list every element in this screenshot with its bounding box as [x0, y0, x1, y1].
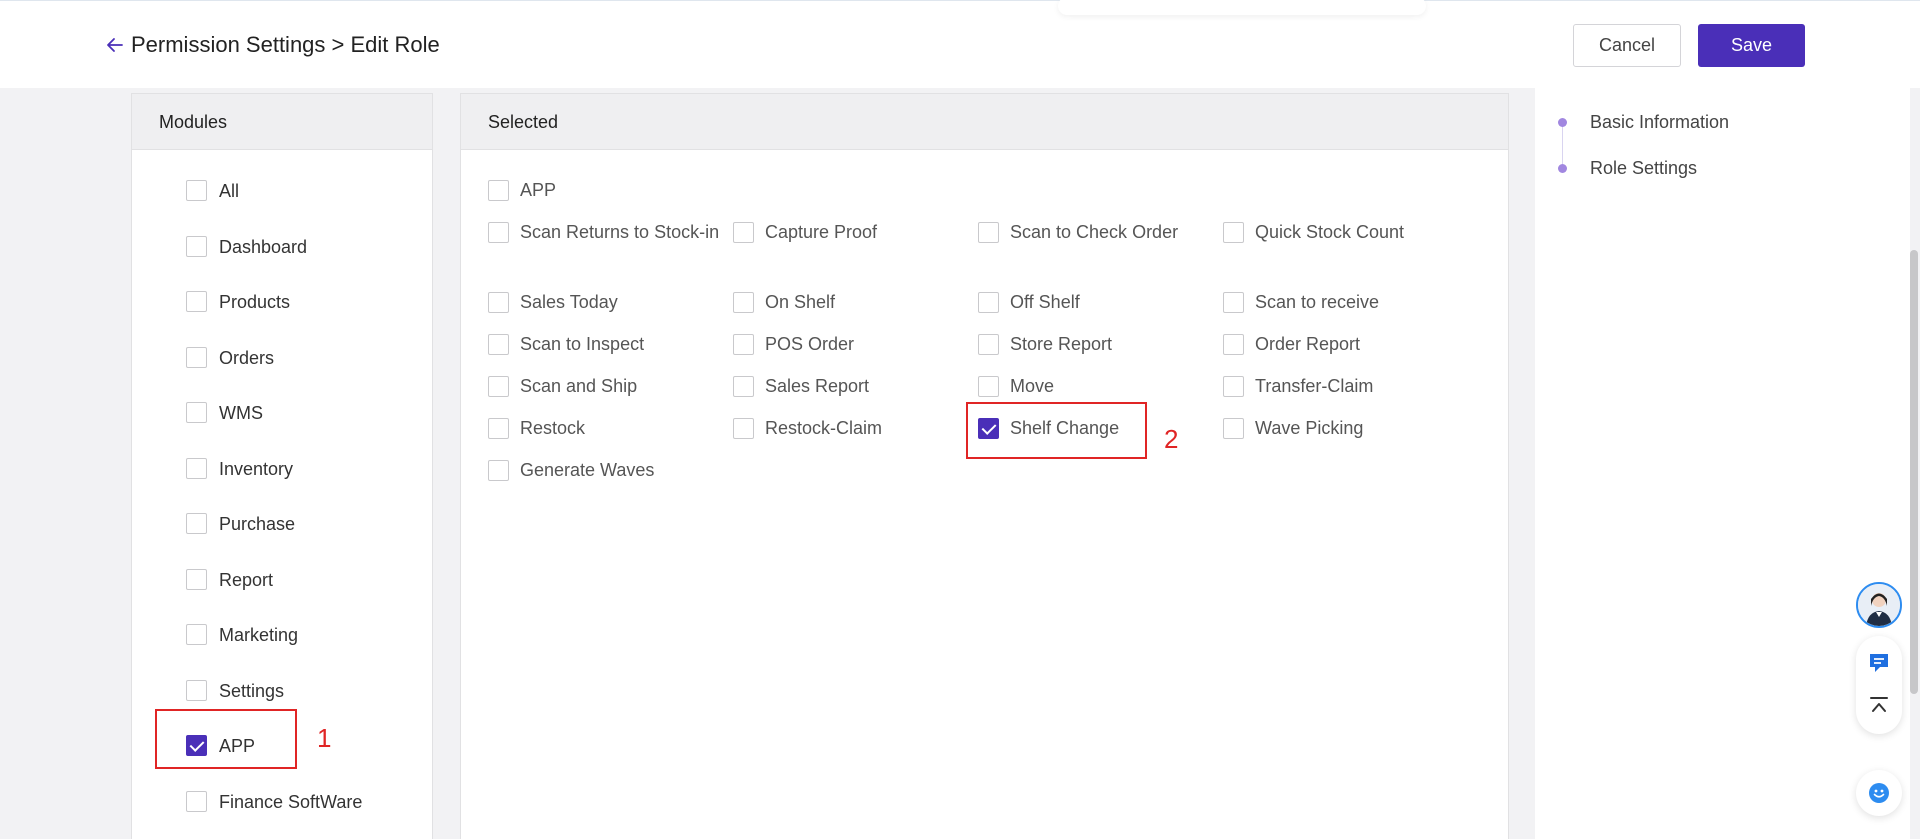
- permission-label-scan-to-check-order: Scan to Check Order: [1010, 222, 1179, 242]
- module-label-products: Products: [219, 292, 291, 312]
- page-scrollbar[interactable]: [1910, 250, 1918, 694]
- permission-label-generate-waves: Generate Waves: [520, 460, 655, 480]
- permission-checkbox-order-report[interactable]: [1223, 334, 1244, 355]
- module-checkbox-all[interactable]: [186, 180, 207, 201]
- permission-checkbox-transfer-claim[interactable]: [1223, 376, 1244, 397]
- permission-checkbox-pos-order[interactable]: [733, 334, 754, 355]
- permission-checkbox-wave-picking[interactable]: [1223, 418, 1244, 439]
- search-bar-edge: [1058, 0, 1426, 15]
- permission-checkbox-restock-claim[interactable]: [733, 418, 754, 439]
- chat-icon[interactable]: [1867, 651, 1891, 675]
- top-bar: Permission Settings > Edit Role Cancel S…: [0, 0, 1920, 88]
- floating-tools: [1856, 636, 1902, 734]
- side-nav-dot: [1558, 118, 1567, 127]
- modules-header: Modules: [132, 94, 432, 150]
- permission-checkbox-store-report[interactable]: [978, 334, 999, 355]
- module-checkbox-marketing[interactable]: [186, 624, 207, 645]
- module-checkbox-settings[interactable]: [186, 679, 207, 701]
- side-nav-basic-information[interactable]: Basic Information: [1590, 112, 1729, 133]
- module-checkbox-products[interactable]: [186, 291, 207, 312]
- permission-checkbox-sales-report[interactable]: [733, 376, 754, 397]
- annotation-label-1: 1: [317, 723, 332, 753]
- permission-checkbox-move[interactable]: [978, 376, 999, 397]
- side-nav-panel: [1535, 88, 1910, 839]
- permission-label-pos-order: POS Order: [765, 334, 855, 354]
- permission-checkbox-scan-and-ship[interactable]: [488, 376, 509, 397]
- app-group-checkbox[interactable]: [488, 180, 509, 201]
- selected-header: Selected: [461, 94, 1508, 150]
- bot-chat-button[interactable]: [1856, 770, 1902, 816]
- arrow-left-icon[interactable]: [105, 35, 125, 55]
- module-checkbox-finance-software[interactable]: [186, 790, 207, 812]
- permission-checkbox-generate-waves[interactable]: [488, 460, 509, 481]
- avatar-icon: [1858, 584, 1900, 626]
- permission-label-off-shelf: Off Shelf: [1010, 292, 1080, 312]
- permission-label-on-shelf: On Shelf: [765, 292, 836, 312]
- permission-label-scan-to-receive: Scan to receive: [1255, 292, 1380, 312]
- module-label-all: All: [219, 181, 240, 201]
- side-nav-role-settings[interactable]: Role Settings: [1590, 158, 1697, 179]
- module-checkbox-orders[interactable]: [186, 346, 207, 368]
- module-checkbox-wms[interactable]: [186, 402, 207, 423]
- module-checkbox-report[interactable]: [186, 568, 207, 590]
- side-nav-line: [1562, 123, 1563, 169]
- module-label-dashboard: Dashboard: [219, 236, 308, 257]
- cancel-button[interactable]: Cancel: [1573, 24, 1681, 67]
- app-group-label: APP: [520, 180, 557, 200]
- permission-checkbox-scan-returns-to-stock-in[interactable]: [488, 222, 509, 243]
- permission-label-quick-stock-count: Quick Stock Count: [1255, 222, 1405, 242]
- permission-label-wave-picking: Wave Picking: [1255, 418, 1364, 438]
- bot-face-icon: [1869, 783, 1889, 803]
- permission-label-scan-and-ship: Scan and Ship: [520, 376, 638, 396]
- annotation-label-2: 2: [1164, 424, 1179, 454]
- module-label-inventory: Inventory: [219, 458, 294, 479]
- permission-label-scan-returns-to-stock-in: Scan Returns to Stock-in: [520, 222, 720, 242]
- annotation-box-1: [155, 709, 297, 769]
- permission-checkbox-scan-to-receive[interactable]: [1223, 292, 1244, 313]
- annotation-box-2: [966, 402, 1147, 459]
- side-nav-dot: [1558, 164, 1567, 173]
- permission-checkbox-on-shelf[interactable]: [733, 292, 754, 313]
- permission-label-transfer-claim: Transfer-Claim: [1255, 376, 1374, 396]
- permission-label-order-report: Order Report: [1255, 334, 1361, 354]
- permission-checkbox-off-shelf[interactable]: [978, 292, 999, 313]
- permission-checkbox-sales-today[interactable]: [488, 292, 509, 313]
- permission-label-move: Move: [1010, 376, 1055, 396]
- module-label-wms: WMS: [219, 403, 263, 423]
- permission-label-restock-claim: Restock-Claim: [765, 418, 883, 438]
- module-checkbox-purchase[interactable]: [186, 513, 207, 534]
- module-label-finance-software: Finance SoftWare: [219, 791, 363, 812]
- permission-label-sales-report: Sales Report: [765, 376, 870, 396]
- module-label-purchase: Purchase: [219, 514, 296, 534]
- page-breadcrumb: Permission Settings > Edit Role: [131, 32, 440, 57]
- permission-label-store-report: Store Report: [1010, 334, 1113, 354]
- permission-label-sales-today: Sales Today: [520, 292, 618, 312]
- back-to-top-icon[interactable]: [1867, 694, 1891, 718]
- support-avatar[interactable]: [1856, 582, 1902, 628]
- permission-checkbox-scan-to-inspect[interactable]: [488, 334, 509, 355]
- module-label-report: Report: [219, 569, 274, 590]
- module-label-orders: Orders: [219, 347, 275, 368]
- permission-label-capture-proof: Capture Proof: [765, 222, 878, 242]
- permission-checkbox-quick-stock-count[interactable]: [1223, 222, 1244, 243]
- save-button[interactable]: Save: [1698, 24, 1805, 67]
- permission-checkbox-restock[interactable]: [488, 418, 509, 439]
- permission-checkbox-scan-to-check-order[interactable]: [978, 222, 999, 243]
- module-label-settings: Settings: [219, 680, 285, 701]
- module-checkbox-dashboard[interactable]: [186, 235, 207, 257]
- module-checkbox-inventory[interactable]: [186, 457, 207, 479]
- permission-checkbox-capture-proof[interactable]: [733, 222, 754, 243]
- module-label-marketing: Marketing: [219, 625, 299, 645]
- permission-label-restock: Restock: [520, 418, 586, 438]
- permission-label-scan-to-inspect: Scan to Inspect: [520, 334, 645, 354]
